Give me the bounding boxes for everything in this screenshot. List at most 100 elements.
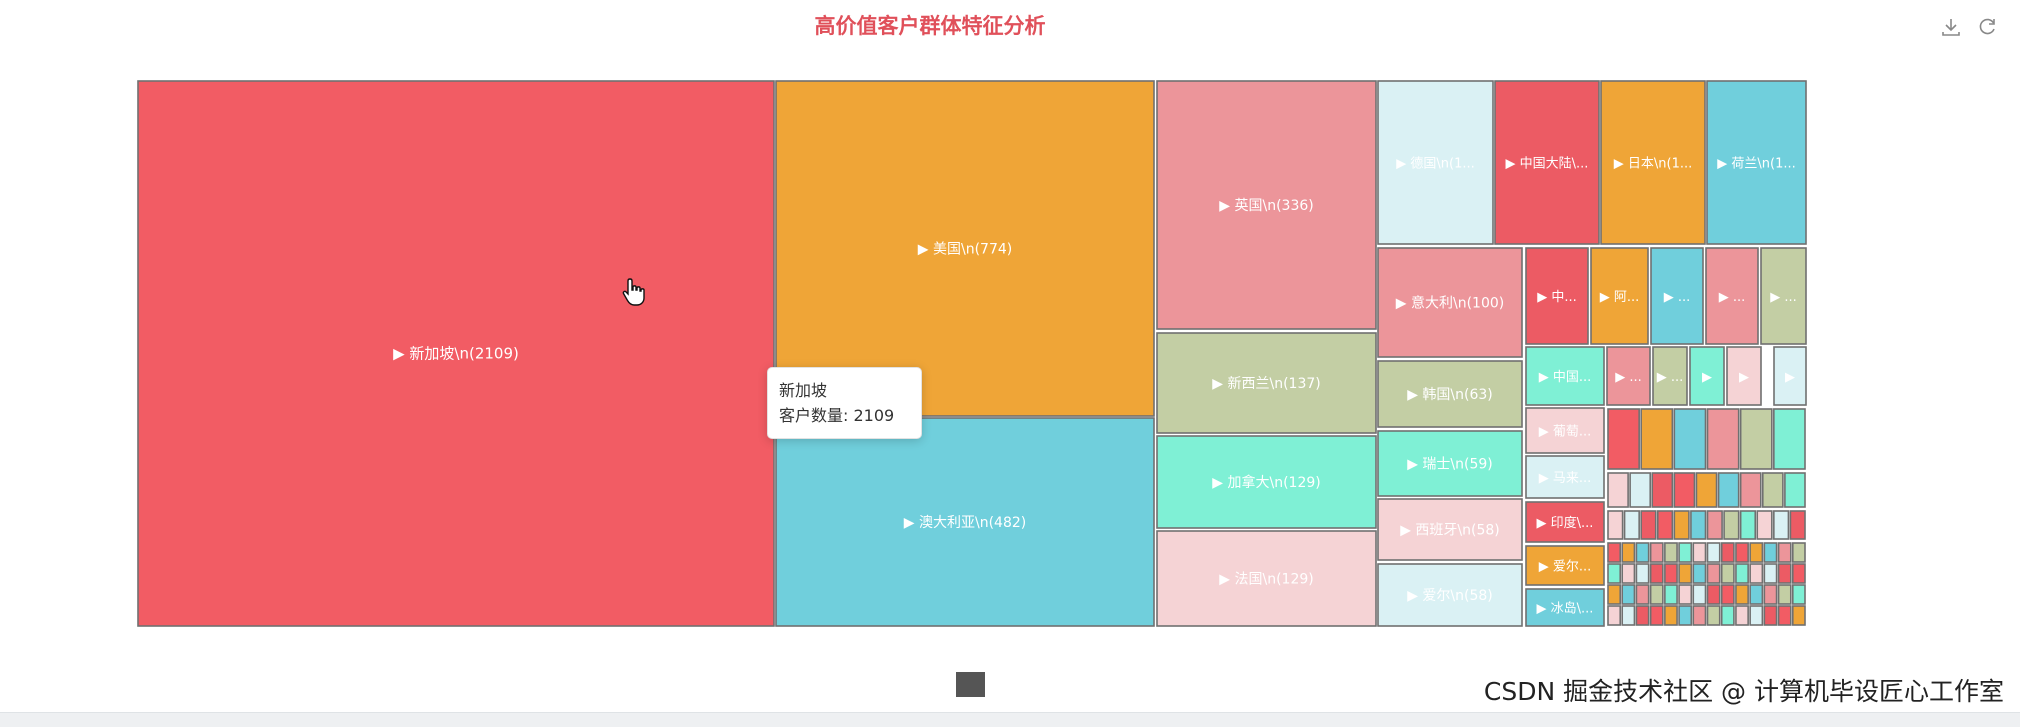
treemap-small-cell[interactable] xyxy=(1664,605,1678,626)
treemap-small-cell[interactable] xyxy=(1739,510,1757,540)
treemap-small-cell[interactable] xyxy=(1720,605,1735,626)
treemap-small-cell[interactable] xyxy=(1664,584,1678,605)
treemap-small-cell[interactable] xyxy=(1607,472,1629,508)
watermark: CSDN 掘金技术社区 @ 计算机毕设匠心工作室 xyxy=(1483,677,2004,706)
treemap-small-cell[interactable] xyxy=(1777,605,1792,626)
treemap-small-cell[interactable] xyxy=(1706,510,1723,540)
treemap-small-cell[interactable] xyxy=(1629,472,1652,508)
treemap-small-cell[interactable] xyxy=(1656,510,1674,540)
treemap-small-cell[interactable] xyxy=(1784,472,1806,508)
treemap-small-cell[interactable] xyxy=(1791,584,1806,605)
treemap-small-cell[interactable] xyxy=(1735,584,1749,605)
treemap-small-cell[interactable] xyxy=(1761,472,1784,508)
treemap-small-cell[interactable] xyxy=(1749,542,1764,563)
treemap-cell-label: ▶ 爱尔... xyxy=(1539,560,1592,575)
treemap-small-cell[interactable] xyxy=(1649,563,1664,584)
treemap-small-cell[interactable] xyxy=(1673,472,1696,508)
treemap-cell-label: ▶ 中... xyxy=(1537,290,1577,305)
treemap-small-cell[interactable] xyxy=(1763,542,1778,563)
treemap-cell-label: ▶ xyxy=(1739,370,1749,385)
treemap-cell-label: ▶ 荷兰\n(1... xyxy=(1717,157,1796,172)
treemap-small-cell[interactable] xyxy=(1635,584,1650,605)
treemap-small-cell[interactable] xyxy=(1773,408,1806,470)
treemap-small-cell[interactable] xyxy=(1673,408,1707,470)
treemap-small-cell[interactable] xyxy=(1640,408,1674,470)
treemap-small-cell[interactable] xyxy=(1607,542,1622,563)
treemap-cell-label: ▶ 澳大利亚\n(482) xyxy=(904,515,1026,531)
treemap-small-cell[interactable] xyxy=(1706,542,1721,563)
treemap-small-cell[interactable] xyxy=(1777,563,1792,584)
treemap-small-cell[interactable] xyxy=(1649,605,1664,626)
treemap-cell-label: ▶ 新西兰\n(137) xyxy=(1212,376,1320,392)
treemap-small-cell[interactable] xyxy=(1756,510,1773,540)
treemap-cell-label: ▶ 葡萄... xyxy=(1539,425,1592,440)
treemap-small-cell[interactable] xyxy=(1739,472,1762,508)
treemap-cell-label: ▶ 加拿大\n(129) xyxy=(1212,474,1320,491)
treemap-small-cell[interactable] xyxy=(1720,563,1735,584)
treemap-small-cell[interactable] xyxy=(1621,542,1636,563)
treemap-small-cell[interactable] xyxy=(1706,584,1721,605)
legend-marker[interactable] xyxy=(956,672,985,697)
treemap-cell-label: ▶ xyxy=(1785,370,1795,385)
treemap-small-cell[interactable] xyxy=(1673,510,1690,540)
treemap-small-cell[interactable] xyxy=(1777,542,1792,563)
treemap-small-cell[interactable] xyxy=(1773,510,1790,540)
treemap-small-cell[interactable] xyxy=(1692,542,1707,563)
treemap-small-cell[interactable] xyxy=(1635,563,1650,584)
treemap-small-cell[interactable] xyxy=(1635,605,1650,626)
treemap-small-cell[interactable] xyxy=(1651,472,1674,508)
treemap-small-cell[interactable] xyxy=(1763,584,1778,605)
treemap-small-cell[interactable] xyxy=(1621,584,1636,605)
treemap-cell-label: ▶ 冰岛\... xyxy=(1537,601,1594,617)
treemap-small-cell[interactable] xyxy=(1720,542,1735,563)
treemap-small-cell[interactable] xyxy=(1623,510,1640,540)
treemap-small-cell[interactable] xyxy=(1678,542,1693,563)
treemap-cell-label: ▶ 中国大陆\... xyxy=(1506,156,1589,172)
treemap-small-cell[interactable] xyxy=(1791,542,1806,563)
treemap-small-cell[interactable] xyxy=(1791,605,1806,626)
treemap-small-cell[interactable] xyxy=(1749,605,1764,626)
treemap-small-cell[interactable] xyxy=(1720,584,1735,605)
treemap-small-cell[interactable] xyxy=(1692,605,1707,626)
treemap-cell-label: ▶ 瑞士\n(59) xyxy=(1407,457,1493,473)
treemap-small-cell[interactable] xyxy=(1664,563,1678,584)
treemap-small-cell[interactable] xyxy=(1706,605,1721,626)
treemap-small-cell[interactable] xyxy=(1607,584,1622,605)
treemap-small-cell[interactable] xyxy=(1690,510,1707,540)
treemap-small-cell[interactable] xyxy=(1706,563,1721,584)
treemap-small-cell[interactable] xyxy=(1692,584,1707,605)
treemap-cell-label: ▶ xyxy=(1702,370,1712,385)
treemap-small-cell[interactable] xyxy=(1678,584,1693,605)
treemap-small-cell[interactable] xyxy=(1607,408,1640,470)
treemap-small-cell[interactable] xyxy=(1607,605,1622,626)
treemap-small-cell[interactable] xyxy=(1649,542,1664,563)
treemap-small-cell[interactable] xyxy=(1735,542,1749,563)
treemap-small-cell[interactable] xyxy=(1735,563,1749,584)
treemap-small-cell[interactable] xyxy=(1695,472,1718,508)
treemap-small-cell[interactable] xyxy=(1739,408,1773,470)
treemap-small-cell[interactable] xyxy=(1692,563,1707,584)
treemap-cell-label: ▶ ... xyxy=(1664,290,1691,305)
treemap-small-cell[interactable] xyxy=(1791,563,1806,584)
treemap-small-cell[interactable] xyxy=(1749,584,1764,605)
treemap-small-cell[interactable] xyxy=(1621,563,1636,584)
treemap-small-cell[interactable] xyxy=(1621,605,1636,626)
treemap-small-cell[interactable] xyxy=(1649,584,1664,605)
treemap-small-cell[interactable] xyxy=(1607,563,1622,584)
treemap-cell-label: ▶ 法国\n(129) xyxy=(1219,572,1313,588)
treemap-small-cell[interactable] xyxy=(1763,605,1778,626)
treemap-small-cell[interactable] xyxy=(1678,563,1693,584)
treemap-small-cell[interactable] xyxy=(1723,510,1740,540)
treemap-small-cell[interactable] xyxy=(1777,584,1792,605)
treemap-small-cell[interactable] xyxy=(1789,510,1806,540)
treemap-small-cell[interactable] xyxy=(1607,510,1624,540)
treemap-small-cell[interactable] xyxy=(1640,510,1657,540)
treemap-small-cell[interactable] xyxy=(1735,605,1749,626)
treemap-small-cell[interactable] xyxy=(1749,563,1764,584)
treemap-small-cell[interactable] xyxy=(1706,408,1740,470)
treemap-small-cell[interactable] xyxy=(1678,605,1693,626)
treemap-small-cell[interactable] xyxy=(1763,563,1778,584)
treemap-small-cell[interactable] xyxy=(1664,542,1678,563)
treemap-small-cell[interactable] xyxy=(1635,542,1650,563)
treemap-small-cell[interactable] xyxy=(1717,472,1740,508)
